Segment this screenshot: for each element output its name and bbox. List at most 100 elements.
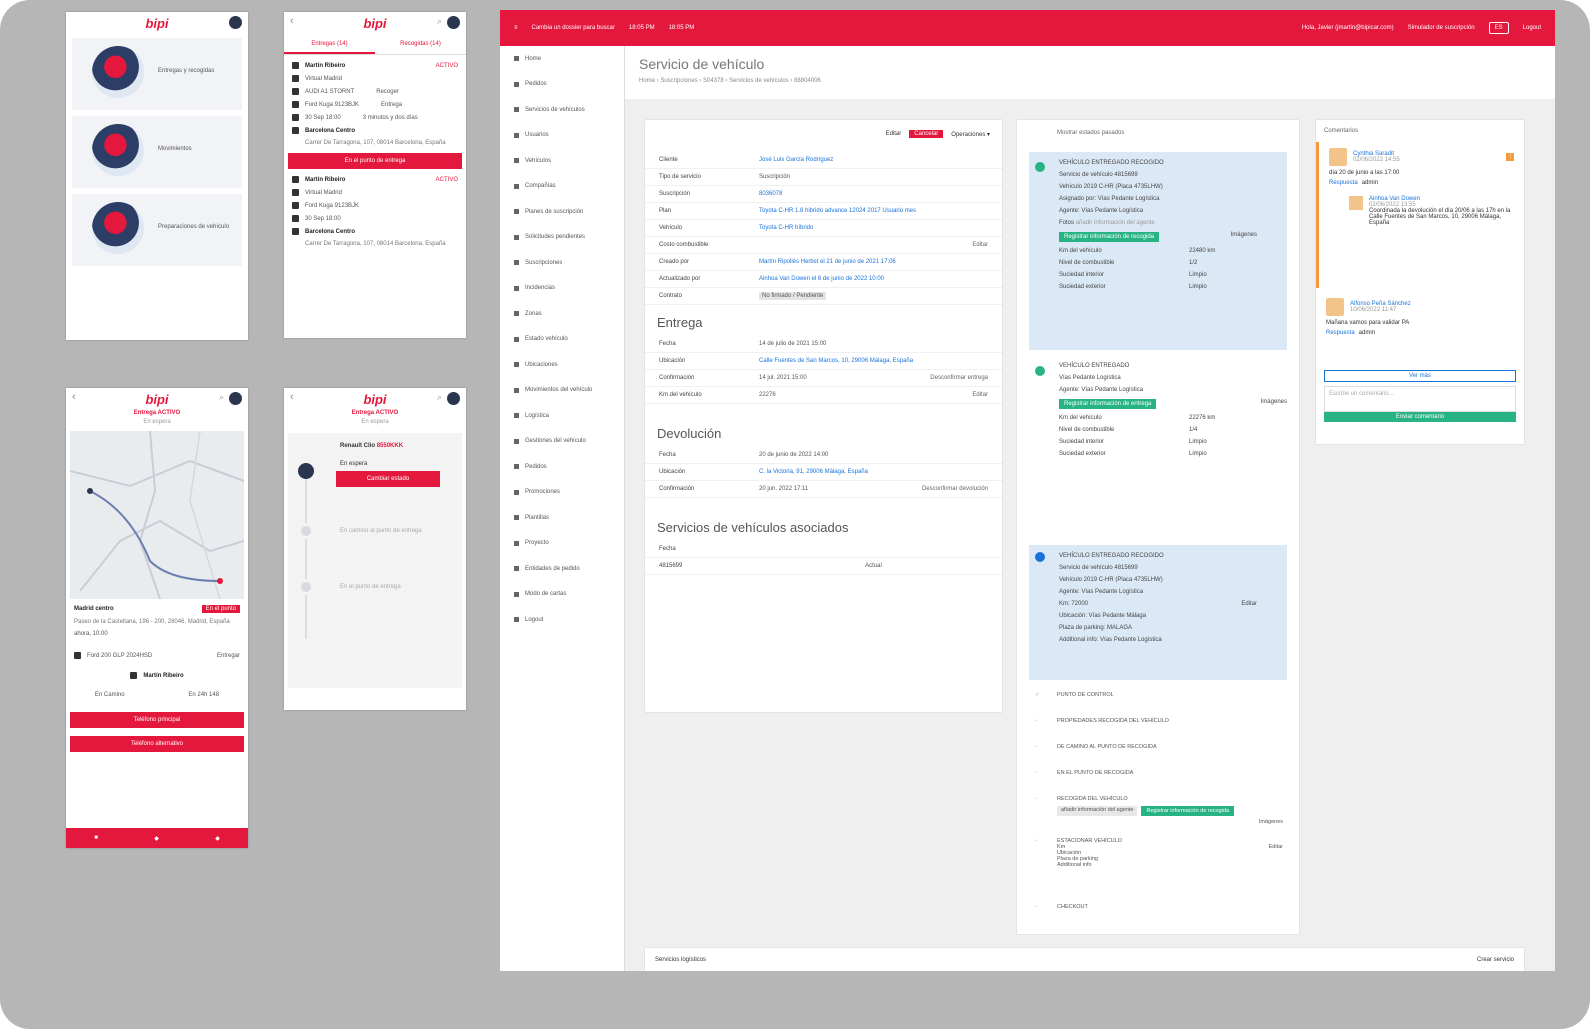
row-action[interactable]: Desconfirmar devolución [922, 486, 988, 492]
reply-tag[interactable]: Respuesta [1326, 330, 1355, 336]
sidebar-item[interactable]: Proyecto [500, 531, 624, 557]
vehicle-link[interactable]: Vehículo 2019 C-HR (Placa 4735LHW) [1059, 574, 1257, 586]
cancel-button[interactable]: Cancelar [909, 130, 944, 138]
tags-icon[interactable]: ◆ [215, 835, 220, 842]
register-pickup-chip[interactable]: Registrar información de recogida [1141, 806, 1235, 816]
user-greeting[interactable]: Hola, Javier (jmartin@bipicar.com) [1302, 25, 1394, 31]
service-link[interactable]: Servicio de vehículo 4815699 [1059, 562, 1257, 574]
sidebar-item[interactable]: Home [500, 46, 624, 72]
sidebar-item[interactable]: Compañías [500, 174, 624, 200]
home-icon[interactable]: ■ [94, 835, 98, 841]
row-label: Fecha [659, 341, 676, 347]
back-icon[interactable]: ‹ [72, 391, 76, 403]
devolucion-rows: Fecha 20 de junio de 2022 14:00 Ubicación C… [645, 447, 1002, 498]
row-value: Ainhoa Van Dowen el 6 de junio de 2022 1… [759, 276, 884, 282]
show-past-states-toggle[interactable]: Mostrar estados pasados [1017, 120, 1299, 146]
change-status-button[interactable]: Cambiar estado [336, 471, 440, 487]
sidebar-item[interactable]: Logout [500, 607, 624, 633]
back-icon[interactable]: ‹ [290, 15, 294, 27]
logout-link[interactable]: Logout [1523, 25, 1541, 31]
sidebar-item[interactable]: Planes de suscripción [500, 199, 624, 225]
send-comment-button[interactable]: Enviar comentario [1324, 412, 1516, 422]
sidebar-item[interactable]: Plantillas [500, 505, 624, 531]
date: 30 Sep 18:00 [305, 215, 341, 222]
sidebar-item[interactable]: Ubicaciones [500, 352, 624, 378]
search-icon[interactable]: ⌕ [437, 392, 442, 403]
sidebar-item[interactable]: Pedidos [500, 454, 624, 480]
avatar-icon[interactable] [447, 392, 460, 405]
sidebar-item[interactable]: Incidencias [500, 276, 624, 302]
simulator-link[interactable]: Simulador de suscripción [1408, 25, 1475, 31]
register-delivery-button[interactable]: Registrar información de entrega [1059, 399, 1157, 409]
vehicle-link[interactable]: Vehículo 2019 C-HR (Placa 4735LHW) [1059, 181, 1257, 193]
avatar-icon[interactable] [229, 392, 242, 405]
person-icon [292, 189, 299, 196]
reply-tag[interactable]: Respuesta [1329, 180, 1358, 186]
tab-recogidas[interactable]: Recogidas (14) [375, 36, 466, 54]
menu-card-deliveries[interactable]: Entregas y recogidas [72, 38, 242, 110]
menu-icon[interactable]: ≡ [514, 25, 518, 31]
route-map[interactable] [70, 431, 244, 599]
alt-phone-button[interactable]: Teléfono alternativo [70, 736, 244, 752]
sidebar-item[interactable]: Suscripciones [500, 250, 624, 276]
search-icon[interactable]: ⌕ [437, 16, 442, 27]
back-icon[interactable]: ‹ [290, 391, 294, 403]
sidebar-item[interactable]: Promociones [500, 480, 624, 506]
main-phone-button[interactable]: Teléfono principal [70, 712, 244, 728]
view-more-button[interactable]: Ver más [1324, 370, 1516, 382]
chat-icon[interactable]: ◆ [154, 835, 159, 842]
agent-info-chip[interactable]: añadir información del agente [1057, 806, 1138, 816]
row-label: Confirmación [659, 486, 695, 492]
avatar-icon[interactable] [229, 16, 242, 29]
sidebar-item[interactable]: Modo de cartas [500, 582, 624, 608]
service-link[interactable]: Servicio de vehículo 4815699 [1059, 169, 1257, 181]
row-action[interactable]: Editar [972, 242, 988, 248]
role-tag: admin [1361, 180, 1379, 186]
photo-value: añadir información del agente [1075, 220, 1155, 226]
comment-input[interactable]: Escribe un comentario... [1324, 386, 1516, 412]
search-icon[interactable]: ⌕ [219, 392, 224, 403]
row-action[interactable]: Editar [972, 392, 988, 398]
create-service-button[interactable]: Crear servicio [1477, 957, 1514, 963]
menu-card-movements[interactable]: Movimientos [72, 116, 242, 188]
logo: bipi [363, 15, 387, 31]
sidebar-item[interactable]: Logística [500, 403, 624, 429]
task-card[interactable]: Martín Ribeiro ACTIVO Virtual Madrid Ford… [284, 173, 466, 250]
edit-button[interactable]: Editar [886, 131, 902, 137]
sidebar-item[interactable]: Pedidos [500, 72, 624, 98]
images-link[interactable]: Imágenes [1057, 819, 1283, 825]
tab-entregas[interactable]: Entregas (14) [284, 36, 375, 54]
images-link[interactable]: Imágenes [1261, 399, 1287, 409]
sidebar-icon [514, 183, 519, 189]
sidebar-item[interactable]: Zonas [500, 301, 624, 327]
sidebar-item[interactable]: Movimientos del vehículo [500, 378, 624, 404]
assoc-row[interactable]: 4815699 Actual [645, 558, 1002, 575]
operations-dropdown[interactable]: Operaciones ▾ [951, 131, 990, 138]
canvas-background: bipi Entregas y recogidas Movimientos Pr… [0, 0, 1590, 1029]
sidebar-item[interactable]: Estado vehículo [500, 327, 624, 353]
type: Entrega [381, 101, 403, 108]
sidebar-item[interactable]: Usuarios [500, 123, 624, 149]
register-pickup-button[interactable]: Registrar información de recogida [1059, 232, 1160, 242]
row-action[interactable]: Desconfirmar entrega [930, 375, 988, 381]
sidebar-item[interactable]: Solicitudes pendientes [500, 225, 624, 251]
images-link[interactable]: Imágenes [1231, 232, 1257, 242]
chip-en-camino[interactable]: En Camino [95, 692, 125, 698]
avatar-icon[interactable] [447, 16, 460, 29]
menu-card-preparations[interactable]: Preparaciones de vehículo [72, 194, 242, 266]
edit-button[interactable]: Editar [1241, 601, 1257, 607]
sidebar-item[interactable]: Entidades de pedido [500, 556, 624, 582]
assigned-by[interactable]: Vías Pedante Logística [1059, 372, 1287, 384]
sidebar-item[interactable]: Servicios de vehículos [500, 97, 624, 123]
language-selector[interactable]: ES [1488, 22, 1509, 34]
topbar-alert[interactable]: Cambia un dossier para buscar [532, 25, 615, 31]
flag-icon[interactable]: ! [1506, 153, 1514, 161]
sidebar-item[interactable]: Vehículos [500, 148, 624, 174]
edit-button[interactable]: Editar [1269, 844, 1283, 850]
chip-hours[interactable]: En 24h 148 [188, 692, 219, 698]
at-delivery-point-button[interactable]: En el punto de entrega [288, 153, 462, 169]
sidebar-item[interactable]: Gestiones del vehículo [500, 429, 624, 455]
breadcrumb[interactable]: Home › Suscripciones › S04378 › Servicio… [639, 78, 1541, 84]
assoc-link[interactable]: 4815699 [659, 563, 759, 569]
task-card[interactable]: Martín Ribeiro ACTIVO Virtual Madrid AUDI… [284, 55, 466, 169]
